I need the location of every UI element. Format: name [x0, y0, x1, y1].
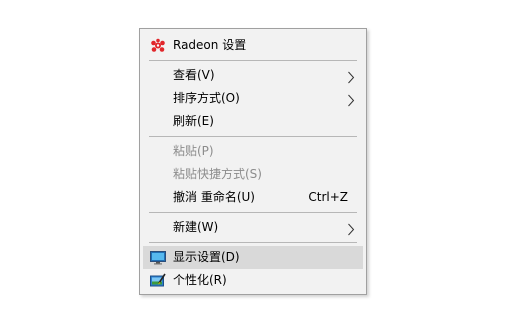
menu-item-label: 查看(V) [173, 68, 215, 82]
menu-item-radeon-settings[interactable]: Radeon 设置 [143, 34, 363, 57]
menu-item-view[interactable]: 查看(V) [143, 64, 363, 87]
menu-item-undo-rename[interactable]: 撤消 重命名(U) Ctrl+Z [143, 186, 363, 209]
chevron-right-icon [347, 221, 355, 236]
menu-item-refresh[interactable]: 刷新(E) [143, 110, 363, 133]
menu-item-label: 新建(W) [173, 220, 219, 234]
menu-item-label: 撤消 重命名(U) [173, 190, 255, 204]
menu-item-label: Radeon 设置 [173, 38, 247, 52]
menu-item-personalize[interactable]: 个性化(R) [143, 269, 363, 292]
menu-item-paste: 粘贴(P) [143, 140, 363, 163]
menu-item-label: 显示设置(D) [173, 250, 240, 264]
display-icon [150, 250, 166, 265]
menu-separator [149, 136, 357, 137]
menu-item-label: 个性化(R) [173, 273, 227, 287]
menu-item-sort-by[interactable]: 排序方式(O) [143, 87, 363, 110]
menu-separator [149, 60, 357, 61]
menu-separator [149, 212, 357, 213]
menu-item-shortcut: Ctrl+Z [308, 190, 348, 204]
chevron-right-icon [347, 92, 355, 107]
menu-item-display-settings[interactable]: 显示设置(D) [143, 246, 363, 269]
chevron-right-icon [347, 69, 355, 84]
menu-item-label: 刷新(E) [173, 114, 214, 128]
menu-item-new[interactable]: 新建(W) [143, 216, 363, 239]
menu-item-label: 粘贴(P) [173, 144, 214, 158]
menu-item-label: 排序方式(O) [173, 91, 240, 105]
menu-separator [149, 242, 357, 243]
menu-item-label: 粘贴快捷方式(S) [173, 167, 262, 181]
context-menu: Radeon 设置 查看(V) 排序方式(O) 刷新(E) 粘贴(P) 粘贴快捷… [139, 28, 367, 295]
personalize-icon [150, 273, 166, 288]
menu-item-paste-shortcut: 粘贴快捷方式(S) [143, 163, 363, 186]
radeon-icon [150, 38, 166, 53]
